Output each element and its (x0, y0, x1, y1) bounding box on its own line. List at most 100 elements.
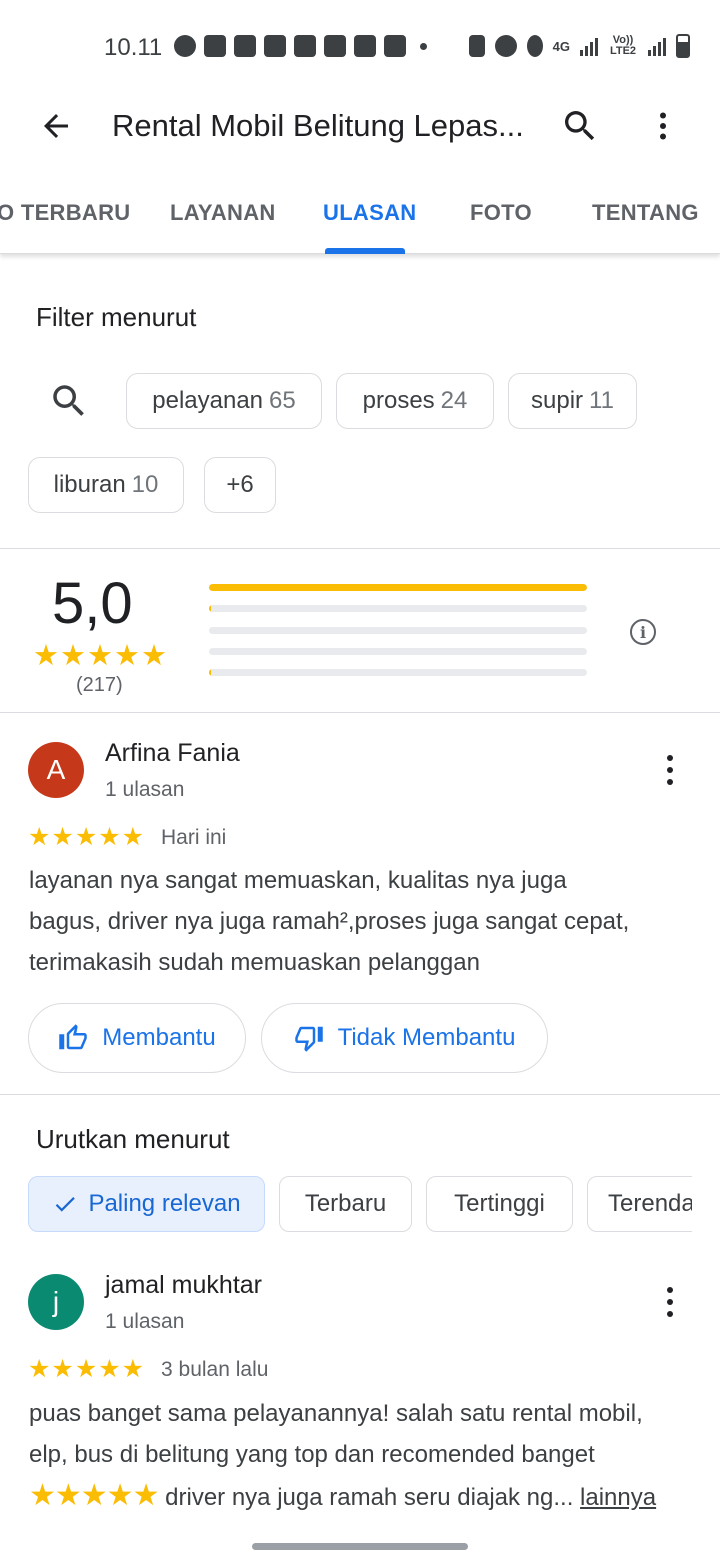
chip-count: 24 (440, 387, 468, 414)
review-text-line: bagus, driver nya juga ramah²,proses jug… (29, 908, 630, 935)
rating-bar-fill (209, 605, 211, 612)
average-stars: ★★★★★ (33, 640, 168, 672)
battery-icon (676, 34, 690, 58)
more-vert-icon[interactable] (645, 106, 681, 146)
filter-chip-proses[interactable]: proses 24 (336, 373, 494, 429)
divider (0, 712, 720, 713)
filter-chip-liburan[interactable]: liburan 10 (28, 457, 184, 513)
rating-bar-2-star (209, 648, 587, 655)
review-text-line: puas banget sama pelayanannya! salah sat… (29, 1400, 643, 1427)
app-bar: Rental Mobil Belitung Lepas... (0, 90, 720, 162)
tab-terbaru[interactable]: O TERBARU (0, 200, 130, 226)
review-text[interactable]: layanan nya sangat memuaskan, kualitas n… (29, 860, 694, 983)
review-text-tail: driver nya juga ramah seru diajak ng... (158, 1484, 574, 1511)
search-icon[interactable] (48, 380, 90, 422)
system-icons: 4G Vo)) LTE2 (468, 34, 690, 58)
reviewer-name[interactable]: jamal mukhtar (105, 1271, 262, 1300)
average-rating: 5,0 (52, 571, 133, 636)
alarm-icon (494, 35, 517, 57)
chip-label: pelayanan (152, 387, 264, 414)
rating-bar-4-star (209, 605, 587, 612)
chip-label: +6 (226, 471, 254, 498)
lte-label: Vo)) LTE2 (609, 34, 637, 57)
reviewer-review-count: 1 ulasan (105, 1310, 185, 1333)
chip-count: 11 (589, 387, 614, 414)
status-bar: 10.11 4G Vo)) LTE2 (0, 0, 720, 90)
more-vert-icon[interactable] (657, 752, 683, 788)
sort-chip-highest[interactable]: Tertinggi (426, 1176, 573, 1232)
status-time: 10.11 (104, 34, 163, 61)
tab-ulasan[interactable]: ULASAN (323, 200, 416, 226)
sort-chip-most-relevant[interactable]: Paling relevan (28, 1176, 265, 1232)
gesture-nav-bar[interactable] (252, 1543, 468, 1550)
filter-chip-pelayanan[interactable]: pelayanan 65 (126, 373, 322, 429)
rating-bar-1-star (209, 669, 587, 676)
sort-chip-row: Paling relevan Terbaru Tertinggi Terenda… (0, 1160, 692, 1250)
chip-label: liburan (53, 471, 126, 498)
review-stars: ★★★★★ (28, 1355, 146, 1383)
filter-chip-supir[interactable]: supir 11 (508, 373, 637, 429)
info-icon[interactable]: i (630, 619, 656, 645)
sort-chip-label: Terbaru (304, 1190, 387, 1217)
divider (0, 1094, 720, 1095)
reviewer-review-count: 1 ulasan (105, 778, 185, 801)
review-date: 3 bulan lalu (161, 1358, 269, 1381)
avatar[interactable]: A (28, 742, 84, 798)
helpful-label: Membantu (102, 1024, 216, 1051)
more-notifications-dot-icon (420, 42, 427, 50)
sort-chip-newest[interactable]: Terbaru (279, 1176, 412, 1232)
page-title: Rental Mobil Belitung Lepas... (112, 108, 524, 143)
location-icon (526, 35, 543, 57)
sort-title: Urutkan menurut (36, 1124, 230, 1154)
read-more-link[interactable]: lainnya (580, 1484, 656, 1511)
not-helpful-button[interactable]: Tidak Membantu (261, 1003, 548, 1073)
review-date: Hari ini (161, 826, 227, 849)
tab-tentang[interactable]: TENTANG (592, 200, 699, 226)
sort-chip-lowest[interactable]: Terendah (587, 1176, 692, 1232)
sort-chip-label: Tertinggi (454, 1190, 545, 1217)
battery-saver-icon (468, 35, 485, 57)
tab-foto[interactable]: FOTO (470, 200, 532, 226)
review-text-line: layanan nya sangat memuaskan, kualitas n… (29, 867, 567, 894)
rating-bar-3-star (209, 627, 587, 634)
capcut-icon (384, 35, 406, 57)
sort-chip-label: Paling relevan (88, 1190, 241, 1217)
thumb-down-icon (294, 1026, 323, 1052)
instagram-icon (264, 35, 286, 57)
reviewer-name[interactable]: Arfina Fania (105, 739, 240, 768)
review-text-line: terimakasih sudah memuaskan pelanggan (29, 949, 480, 976)
active-tab-indicator (325, 248, 405, 254)
facebook-icon (354, 35, 376, 57)
more-vert-icon[interactable] (657, 1284, 683, 1320)
divider (0, 548, 720, 549)
filter-title: Filter menurut (36, 302, 197, 332)
chip-count: 10 (131, 471, 159, 498)
check-icon (56, 1197, 76, 1212)
tab-bar: O TERBARU LAYANAN ULASAN FOTO TENTANG (0, 180, 720, 254)
chip-count: 65 (269, 387, 296, 414)
sort-chip-label: Terendah (608, 1190, 692, 1217)
thumb-up-icon (59, 1024, 88, 1050)
instagram-icon (294, 35, 316, 57)
chip-label: supir (531, 387, 584, 414)
helpful-button[interactable]: Membantu (28, 1003, 246, 1073)
search-icon[interactable] (560, 106, 600, 146)
facebook-icon (204, 35, 226, 57)
arrow-back-icon[interactable] (38, 108, 74, 144)
chip-label: proses (362, 387, 435, 414)
chat-icon (234, 35, 256, 57)
tab-layanan[interactable]: LAYANAN (170, 200, 276, 226)
notification-icons (174, 35, 433, 57)
rating-bar-fill (209, 669, 211, 676)
review-stars: ★★★★★ (28, 823, 146, 851)
network-type-label: 4G (552, 38, 570, 54)
rating-bar-fill (209, 584, 587, 591)
signal-icon (580, 36, 598, 56)
avatar[interactable]: j (28, 1274, 84, 1330)
not-helpful-label: Tidak Membantu (337, 1024, 516, 1051)
review-text[interactable]: puas banget sama pelayanannya! salah sat… (29, 1393, 694, 1518)
rating-bar-5-star (209, 584, 587, 591)
review-text-line: ★★★★★ driver nya juga ramah seru diajak … (29, 1475, 694, 1518)
filter-chip-more[interactable]: +6 (204, 457, 276, 513)
review-count: (217) (76, 674, 123, 696)
